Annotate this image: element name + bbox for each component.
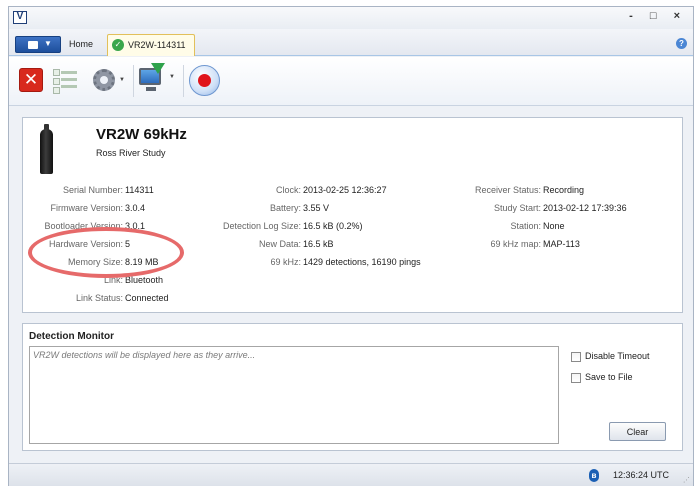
checkbox-icon bbox=[571, 372, 581, 383]
settings-button[interactable]: ▼ bbox=[93, 69, 129, 99]
save-to-file-checkbox[interactable]: Save to File bbox=[571, 372, 633, 383]
clear-button[interactable]: Clear bbox=[609, 422, 666, 441]
field-clock: Clock: 2013-02-25 12:36:27 bbox=[275, 185, 387, 195]
status-bar: ʙ 12:36:24 UTC ⋰ bbox=[9, 463, 693, 486]
field-69khz-detections: 69 kHz: 1429 detections, 16190 pings bbox=[270, 257, 421, 267]
resize-grip-icon[interactable]: ⋰ bbox=[683, 476, 690, 484]
help-icon[interactable]: ? bbox=[676, 38, 687, 49]
field-receiver-status: Receiver Status: Recording bbox=[474, 185, 585, 195]
toolbar-separator bbox=[133, 65, 134, 97]
detection-monitor-panel: Detection Monitor VR2W detections will b… bbox=[22, 323, 683, 451]
tab-device-label: VR2W-114311 bbox=[128, 40, 186, 50]
checkbox-icon bbox=[53, 69, 60, 76]
bluetooth-icon: ʙ bbox=[589, 469, 599, 482]
record-button[interactable] bbox=[189, 65, 220, 96]
field-link: Link: Bluetooth bbox=[103, 275, 164, 285]
checkbox-icon bbox=[571, 351, 581, 362]
checkbox-icon bbox=[53, 78, 60, 85]
receiver-icon bbox=[40, 124, 53, 174]
disable-timeout-checkbox[interactable]: Disable Timeout bbox=[571, 351, 650, 362]
app-window: V - □ × ▼ Home ✓ VR2W-114311 ? ✕ ▼ ▼ VR2… bbox=[8, 6, 694, 486]
application-menu-button[interactable]: ▼ bbox=[15, 36, 61, 53]
configure-button[interactable] bbox=[51, 67, 79, 97]
disconnect-button[interactable]: ✕ bbox=[19, 68, 43, 92]
tab-bar: ▼ Home ✓ VR2W-114311 ? bbox=[9, 29, 693, 56]
window-controls[interactable]: - □ × bbox=[629, 10, 687, 22]
field-detection-log-size: Detection Log Size: 16.5 kB (0.2%) bbox=[222, 221, 363, 231]
field-study-start: Study Start: 2013-02-12 17:39:36 bbox=[493, 203, 627, 213]
document-icon bbox=[28, 41, 38, 49]
status-clock: 12:36:24 UTC bbox=[613, 470, 670, 480]
chevron-down-icon: ▼ bbox=[44, 39, 52, 48]
detection-log-area[interactable]: VR2W detections will be displayed here a… bbox=[29, 346, 559, 444]
field-memory-size: Memory Size: 8.19 MB bbox=[67, 257, 159, 267]
checkbox-icon bbox=[53, 87, 60, 94]
record-icon bbox=[198, 74, 211, 87]
field-bootloader-version: Bootloader Version: 3.0.1 bbox=[44, 221, 146, 231]
field-battery: Battery: 3.55 V bbox=[269, 203, 330, 213]
chevron-down-icon: ▼ bbox=[169, 74, 175, 80]
download-button[interactable]: ▼ bbox=[139, 63, 179, 96]
arrow-down-icon bbox=[151, 63, 165, 74]
tab-home[interactable]: Home bbox=[69, 39, 93, 49]
app-logo: V bbox=[13, 11, 27, 24]
field-link-status: Link Status: Connected bbox=[75, 293, 169, 303]
chevron-down-icon: ▼ bbox=[119, 77, 125, 83]
device-info-panel: VR2W 69kHz Ross River Study Serial Numbe… bbox=[22, 117, 683, 313]
title-bar: V - □ × bbox=[9, 7, 693, 29]
check-circle-icon: ✓ bbox=[112, 39, 124, 51]
detection-monitor-title: Detection Monitor bbox=[29, 331, 114, 342]
field-new-data: New Data: 16.5 kB bbox=[258, 239, 334, 249]
device-title: VR2W 69kHz bbox=[96, 126, 187, 143]
field-hardware-version: Hardware Version: 5 bbox=[48, 239, 131, 249]
detection-log-placeholder: VR2W detections will be displayed here a… bbox=[33, 350, 256, 360]
tab-device[interactable]: ✓ VR2W-114311 bbox=[107, 34, 195, 56]
device-subtitle: Ross River Study bbox=[96, 148, 166, 158]
toolbar: ✕ ▼ ▼ bbox=[9, 57, 693, 106]
field-station: Station: None bbox=[510, 221, 565, 231]
field-69khz-map: 69 kHz map: MAP-113 bbox=[490, 239, 580, 249]
toolbar-separator bbox=[183, 65, 184, 97]
field-firmware-version: Firmware Version: 3.0.4 bbox=[50, 203, 146, 213]
field-serial-number: Serial Number: 114311 bbox=[62, 185, 154, 195]
